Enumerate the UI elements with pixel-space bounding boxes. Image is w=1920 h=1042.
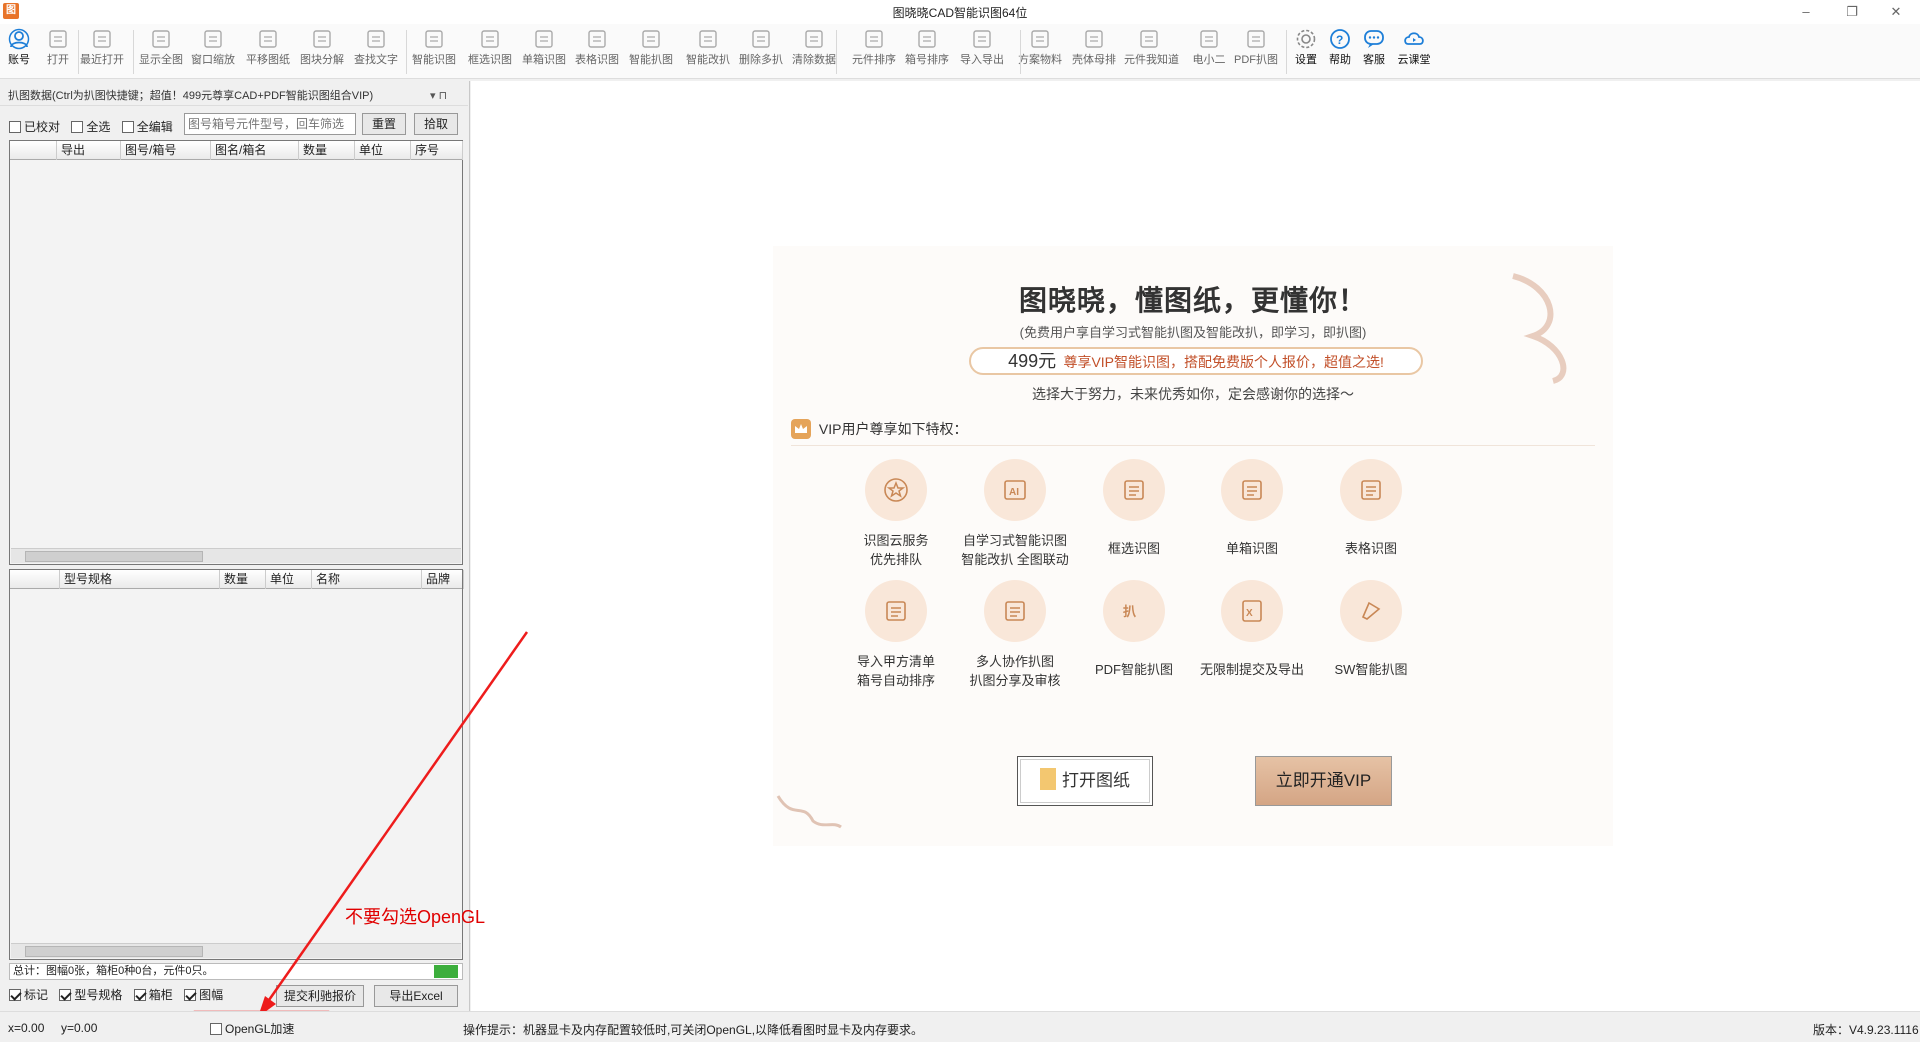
y-coordinate: y=0.00 [61, 1021, 98, 1035]
opengl-checkbox[interactable]: OpenGL加速 [210, 1020, 294, 1037]
x-coordinate: x=0.00 [8, 1021, 45, 1035]
annotation-arrow [193, 631, 529, 1042]
annotation-text: 不要勾选OpenGL [345, 907, 486, 927]
status-bar: x=0.00 y=0.00 OpenGL加速 操作提示：机器显卡及内存配置较低时… [0, 1011, 1920, 1042]
operation-tip: 操作提示：机器显卡及内存配置较低时,可关闭OpenGL,以降低看图时显卡及内存要… [463, 1023, 924, 1037]
version: 版本：V4.9.23.1116 [1813, 1023, 1919, 1037]
